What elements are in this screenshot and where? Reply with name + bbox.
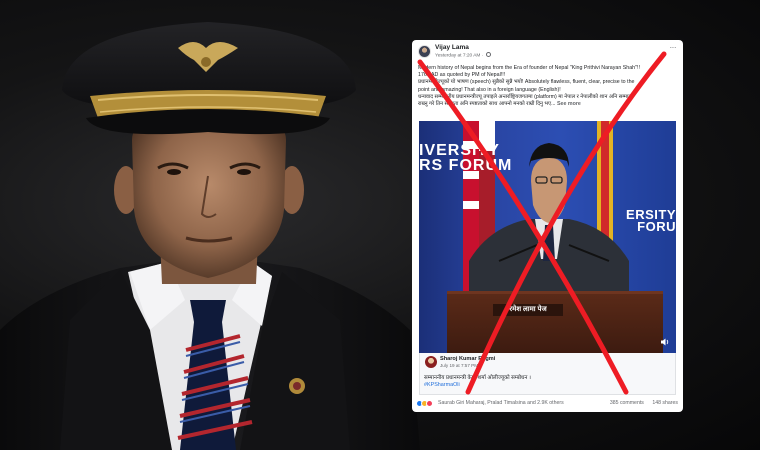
post-text-line: point and amazing! That also in a foreig… [418, 86, 561, 93]
speaker-figure [469, 143, 629, 301]
post-time[interactable]: Yesterday at 7:20 AM [435, 54, 480, 59]
podium-label: रमेश लामा पेज [509, 306, 547, 313]
post-text-line: राख्नु गरे तिन सरलता अनि स्पष्टताको साथ … [418, 101, 556, 108]
stage: Vijay Lama Yesterday at 7:20 AM · ··· Mo… [0, 0, 760, 450]
hashtag-link[interactable]: #KPSharmaOli [424, 382, 460, 388]
post-text-line: Modern history of Nepal begins from the … [418, 65, 640, 71]
love-icon [426, 400, 433, 407]
post-meta: Yesterday at 7:20 AM · [435, 52, 491, 59]
video-player[interactable]: IVERSITY RS FORUM ERSITY FORU रमेश लामा … [419, 121, 676, 353]
post-text-line: प्रधानमन्त्रीज्यूको यो भाषण (speech) सुन… [418, 79, 635, 86]
post-text-line-last: राख्नु गरे तिन सरलता अनि स्पष्टताको साथ … [418, 101, 674, 108]
shared-text: सम्माननीय प्रधानमन्त्री केपी शर्मा ओलीज्… [424, 375, 531, 381]
reaction-counts: 385 comments 148 shares [610, 400, 678, 406]
see-more-link[interactable]: See more [557, 101, 581, 107]
avatar[interactable] [418, 45, 431, 58]
shared-author[interactable]: Sharoj Kumar Regmi [440, 356, 495, 362]
reactor-names[interactable]: Saurab Giri Maharaj, Pralad Timalsina an… [438, 400, 564, 406]
shares-count[interactable]: 148 shares [652, 400, 678, 406]
reaction-icons[interactable] [416, 400, 433, 408]
pilot-portrait [0, 22, 420, 450]
post-text-line: धन्यवाद सम्माननीय प्रधानमन्त्रीज्यू तपाइ… [418, 93, 632, 100]
post-header: Vijay Lama Yesterday at 7:20 AM · ··· [418, 44, 680, 62]
podium [447, 291, 663, 353]
volume-icon[interactable] [660, 337, 670, 347]
post-text: Modern history of Nepal begins from the … [418, 65, 674, 108]
facebook-post: Vijay Lama Yesterday at 7:20 AM · ··· Mo… [412, 40, 683, 412]
shared-post[interactable]: Sharoj Kumar Regmi July 19 at 7:57 PM सम… [419, 353, 676, 395]
poster-name[interactable]: Vijay Lama [435, 44, 469, 51]
comments-count[interactable]: 385 comments [610, 400, 644, 406]
globe-icon [485, 52, 491, 57]
more-options-icon[interactable]: ··· [670, 44, 677, 52]
reactions-bar: Saurab Giri Maharaj, Pralad Timalsina an… [416, 399, 680, 409]
shared-time[interactable]: July 19 at 7:57 PM [440, 363, 478, 368]
avatar[interactable] [425, 356, 437, 368]
